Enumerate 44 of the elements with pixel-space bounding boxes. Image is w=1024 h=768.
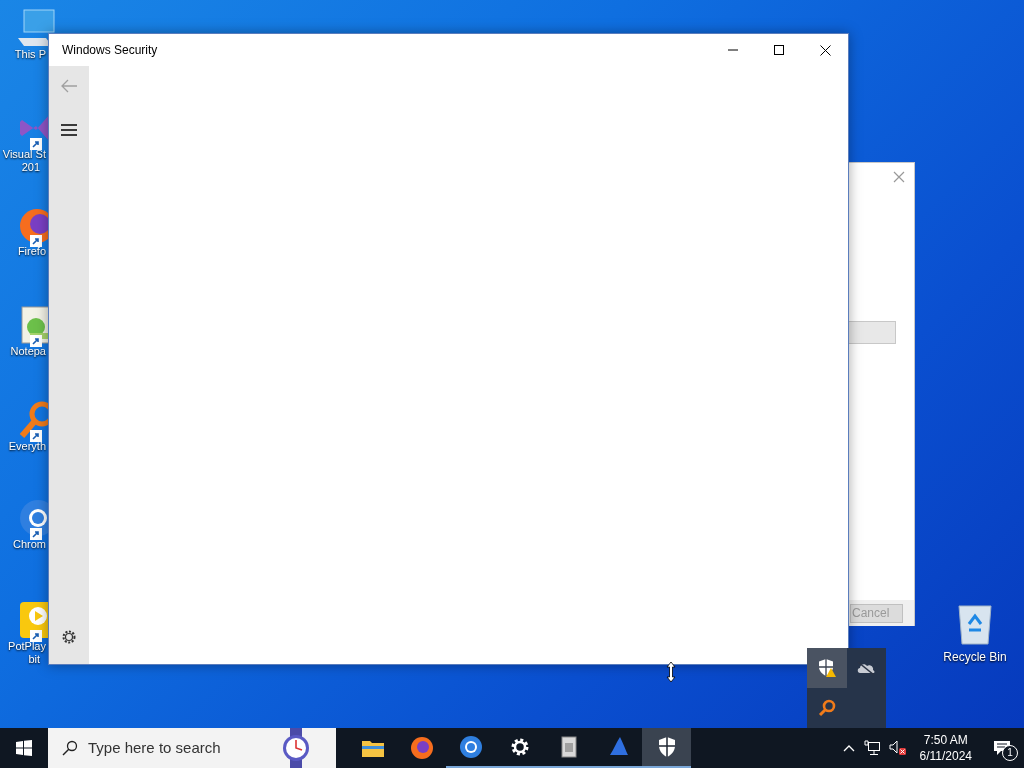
- search-field[interactable]: Type here to search: [48, 728, 336, 768]
- document-icon: [558, 735, 579, 759]
- shortcut-icon: [30, 138, 42, 150]
- search-icon: [817, 699, 836, 717]
- computer-icon: [16, 8, 58, 48]
- desktop-icon-label[interactable]: Recycle Bin: [943, 648, 1007, 666]
- desktop-icon-label[interactable]: This P: [0, 48, 46, 61]
- muted-speaker-icon[interactable]: [888, 740, 907, 756]
- shield-icon: [656, 736, 677, 758]
- clock-date[interactable]: 6/11/2024: [919, 748, 972, 764]
- clock-time[interactable]: 7:50 AM: [923, 732, 968, 748]
- notification-badge: 1: [1002, 745, 1018, 761]
- windows-logo-icon: [16, 740, 32, 756]
- network-icon[interactable]: [863, 740, 880, 756]
- shortcut-icon: [30, 335, 42, 347]
- desktop-icon-label[interactable]: 201: [0, 161, 46, 174]
- settings-icon[interactable]: [61, 629, 77, 645]
- search-placeholder: Type here to search: [88, 737, 221, 758]
- desktop-icon-label[interactable]: Chrom: [0, 538, 46, 551]
- desktop-icon-label[interactable]: bit: [0, 653, 46, 666]
- search-icon: [62, 740, 78, 756]
- desktop-icon-label[interactable]: Everyth: [0, 440, 46, 453]
- input-field[interactable]: [849, 321, 896, 344]
- recycle-bin-icon: [955, 602, 995, 646]
- shortcut-icon: [30, 235, 42, 247]
- desktop-icon-label[interactable]: Visual St: [0, 148, 46, 161]
- fox-icon: [409, 736, 434, 760]
- desktop-icon-label[interactable]: Firefo: [0, 245, 46, 258]
- shortcut-icon: [30, 630, 42, 642]
- shortcut-icon: [30, 528, 42, 540]
- shield-warning-icon: [816, 658, 837, 678]
- window-title: Windows Security: [62, 42, 158, 59]
- maximize-icon[interactable]: [774, 45, 784, 55]
- notification-button[interactable]: 1: [980, 728, 1024, 768]
- browser-icon: [458, 735, 483, 759]
- tray-item[interactable]: [807, 648, 847, 688]
- shortcut-icon: [30, 430, 42, 442]
- desktop-icon-label[interactable]: PotPlay: [0, 640, 46, 653]
- menu-icon[interactable]: [61, 124, 77, 136]
- folder-icon: [360, 738, 385, 758]
- chevron-up-icon[interactable]: [842, 744, 855, 752]
- desktop-icon-label[interactable]: Notepa: [0, 345, 46, 358]
- taskbar-app-button[interactable]: [642, 728, 691, 768]
- close-icon[interactable]: [820, 44, 831, 56]
